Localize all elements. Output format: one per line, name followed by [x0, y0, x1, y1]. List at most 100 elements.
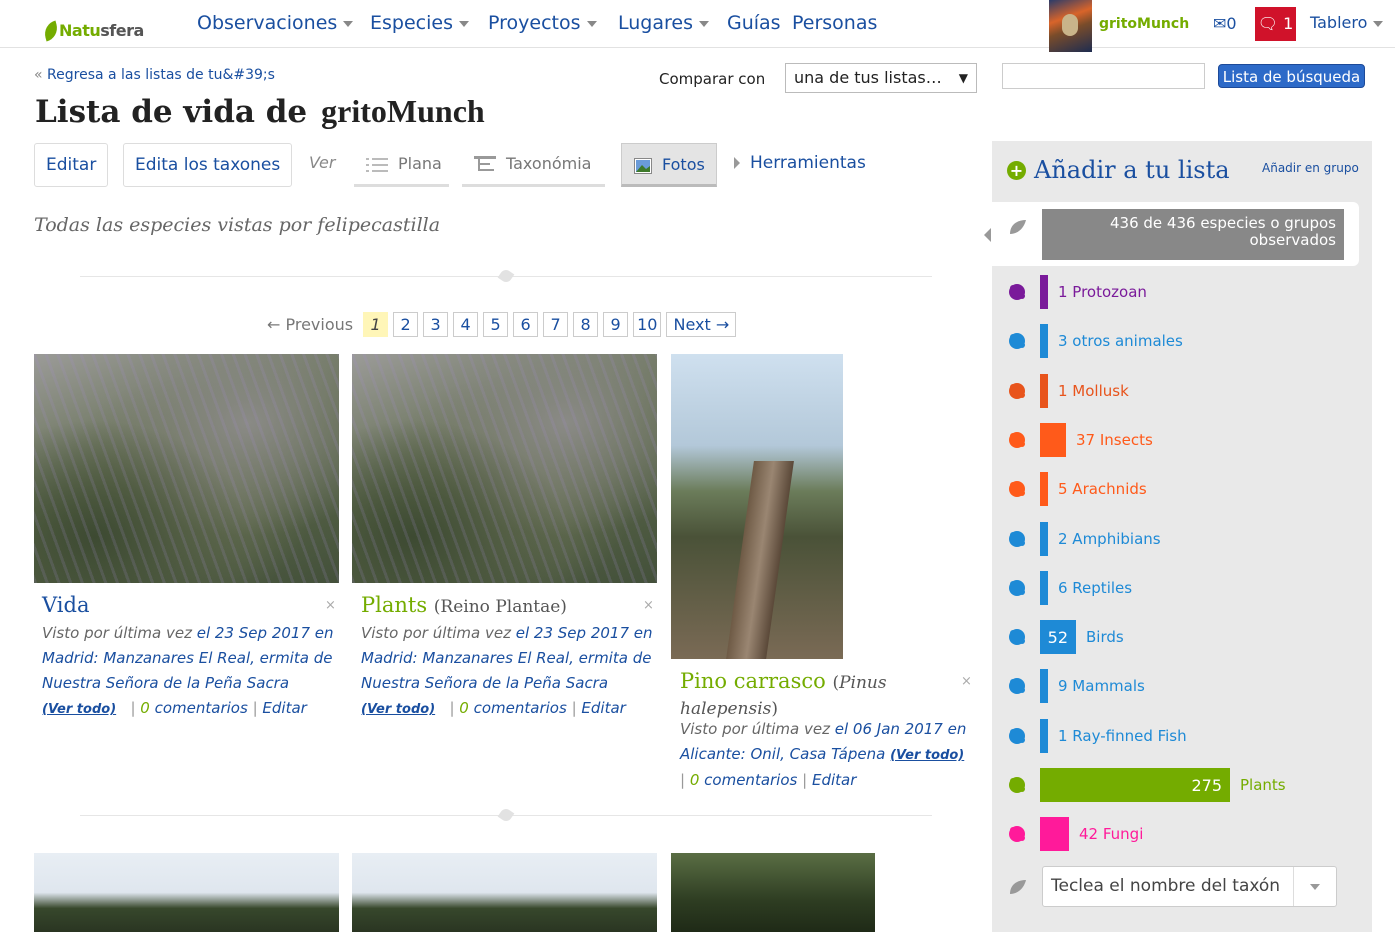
species-photo[interactable]: [671, 354, 843, 659]
list-search-input[interactable]: [1002, 63, 1205, 89]
taxon-row[interactable]: 1 Mollusk: [1040, 374, 1129, 408]
taxon-row[interactable]: 37 Insects: [1040, 423, 1153, 457]
dashboard-link[interactable]: Tablero: [1310, 13, 1384, 32]
species-photo[interactable]: [671, 853, 875, 932]
see-all-link[interactable]: (Ver todo): [42, 702, 116, 717]
comments-link[interactable]: 0 comentarios: [140, 699, 248, 717]
pagination-page[interactable]: 4: [453, 312, 479, 337]
species-title[interactable]: Plants (Reino Plantae): [361, 593, 567, 617]
taxon-row[interactable]: 1 Ray-finned Fish: [1040, 719, 1187, 753]
chevron-down-icon: [586, 20, 597, 27]
edit-button[interactable]: Editar: [34, 143, 109, 187]
edit-taxa-button[interactable]: Edita los taxones: [123, 143, 293, 187]
page-title-user: gritoMunch: [321, 93, 485, 129]
nav-proyectos[interactable]: Proyectos: [488, 12, 597, 34]
nav-especies[interactable]: Especies: [370, 12, 469, 34]
add-group-link[interactable]: Añadir en grupo: [1262, 161, 1359, 175]
place-link[interactable]: Madrid: Manzanares El Real, ermita de Nu…: [42, 649, 332, 692]
species-photo[interactable]: [34, 354, 339, 583]
list-search-button[interactable]: Lista de búsqueda: [1218, 64, 1365, 88]
see-all-link[interactable]: (Ver todo): [890, 748, 964, 763]
pagination-page[interactable]: 6: [513, 312, 539, 337]
taxon-bar: [1040, 423, 1066, 457]
remove-icon[interactable]: ×: [325, 598, 336, 613]
chevron-down-icon: [698, 20, 709, 27]
see-all-link[interactable]: (Ver todo): [361, 702, 435, 717]
pagination-page[interactable]: 8: [573, 312, 599, 337]
page-title: Lista de vida de gritoMunch: [35, 93, 485, 130]
tab-flat[interactable]: Plana: [354, 143, 449, 187]
species-photo[interactable]: [352, 853, 657, 932]
edit-link[interactable]: Editar: [581, 699, 625, 717]
pagination-next[interactable]: Next →: [666, 312, 737, 337]
nav-lugares[interactable]: Lugares: [618, 12, 709, 34]
pagination-page[interactable]: 2: [393, 312, 419, 337]
species-title[interactable]: Pino carrasco (Pinus halepensis): [680, 669, 970, 721]
species-details: Visto por última vez el 06 Jan 2017 en A…: [680, 720, 967, 789]
taxon-name-input[interactable]: Teclea el nombre del taxón: [1042, 866, 1337, 907]
taxon-label: 42 Fungi: [1079, 825, 1144, 843]
observation-date-link[interactable]: el 23 Sep 2017: [197, 624, 310, 642]
place-link[interactable]: Alicante: Onil, Casa Tápena: [680, 745, 885, 763]
observation-date-link[interactable]: el 23 Sep 2017: [516, 624, 629, 642]
species-photo[interactable]: [34, 853, 339, 932]
user-avatar[interactable]: [1049, 0, 1092, 52]
list-description: Todas las especies vistas por felipecast…: [34, 214, 441, 236]
pagination-page[interactable]: 5: [483, 312, 509, 337]
logo-mid: atu: [71, 21, 101, 40]
tools-menu[interactable]: Herramientas: [734, 153, 866, 173]
taxon-bar: [1040, 472, 1048, 506]
species-details: Visto por última vez el 23 Sep 2017 en M…: [361, 624, 653, 717]
edit-link[interactable]: Editar: [812, 771, 856, 789]
taxon-row[interactable]: 2 Amphibians: [1040, 522, 1161, 556]
back-to-lists-link[interactable]: « Regresa a las listas de tu&#39;s: [34, 67, 275, 83]
place-link[interactable]: Madrid: Manzanares El Real, ermita de Nu…: [361, 649, 651, 692]
taxon-row[interactable]: 275 Plants: [1040, 768, 1286, 802]
edit-link[interactable]: Editar: [262, 699, 306, 717]
hierarchy-icon: [474, 155, 496, 171]
taxon-bar: [1040, 669, 1048, 703]
pagination-page[interactable]: 9: [603, 312, 629, 337]
fungi-icon: [1009, 826, 1025, 842]
chevron-down-icon[interactable]: [1294, 867, 1336, 906]
remove-icon[interactable]: ×: [643, 598, 654, 613]
add-to-list-title: Añadir a tu lista: [1034, 156, 1230, 184]
taxon-row[interactable]: 6 Reptiles: [1040, 571, 1132, 605]
pagination-page[interactable]: 7: [543, 312, 569, 337]
total-species-bar[interactable]: 436 de 436 especies o grupos observados: [1042, 209, 1344, 260]
taxon-row[interactable]: 5 Arachnids: [1040, 472, 1147, 506]
taxon-label: 5 Arachnids: [1058, 480, 1147, 498]
list-icon: [366, 157, 388, 172]
taxon-label: 6 Reptiles: [1058, 579, 1133, 597]
comments-link[interactable]: 0 comentarios: [690, 771, 798, 789]
notifications-badge[interactable]: 🗨 1: [1255, 7, 1296, 41]
compare-select[interactable]: una de tus listas… ▼: [785, 63, 977, 93]
username-link[interactable]: gritoMunch: [1099, 16, 1189, 32]
taxon-label: Birds: [1086, 628, 1124, 646]
comments-link[interactable]: 0 comentarios: [459, 699, 567, 717]
nav-guias[interactable]: Guías: [727, 12, 781, 34]
pagination-page[interactable]: 3: [423, 312, 449, 337]
taxon-row[interactable]: 1 Protozoan: [1040, 275, 1147, 309]
taxon-row[interactable]: 3 otros animales: [1040, 324, 1183, 358]
taxon-label: 2 Amphibians: [1058, 530, 1161, 548]
taxon-row[interactable]: 9 Mammals: [1040, 669, 1145, 703]
tab-taxonomy[interactable]: Taxonómia: [462, 143, 605, 187]
messages-link[interactable]: ✉0: [1213, 14, 1237, 33]
nav-personas[interactable]: Personas: [792, 12, 877, 34]
add-to-list-header: + Añadir a tu lista: [1007, 156, 1230, 184]
pagination-page[interactable]: 10: [633, 312, 662, 337]
nav-observaciones[interactable]: Observaciones: [197, 12, 354, 34]
remove-icon[interactable]: ×: [961, 674, 972, 689]
natusfera-logo[interactable]: Natusfera: [41, 8, 144, 42]
taxon-bar: [1040, 522, 1048, 556]
tab-photos[interactable]: Fotos: [621, 143, 717, 187]
taxon-row[interactable]: 52 Birds: [1040, 620, 1124, 654]
taxon-bar: [1040, 571, 1048, 605]
amphibian-icon: [1009, 531, 1025, 547]
mollusk-icon: [1009, 383, 1025, 399]
taxon-row[interactable]: 42 Fungi: [1040, 817, 1143, 851]
observation-date-link[interactable]: el 06 Jan 2017: [835, 720, 943, 738]
species-title[interactable]: Vida: [42, 593, 89, 617]
species-photo[interactable]: [352, 354, 657, 583]
